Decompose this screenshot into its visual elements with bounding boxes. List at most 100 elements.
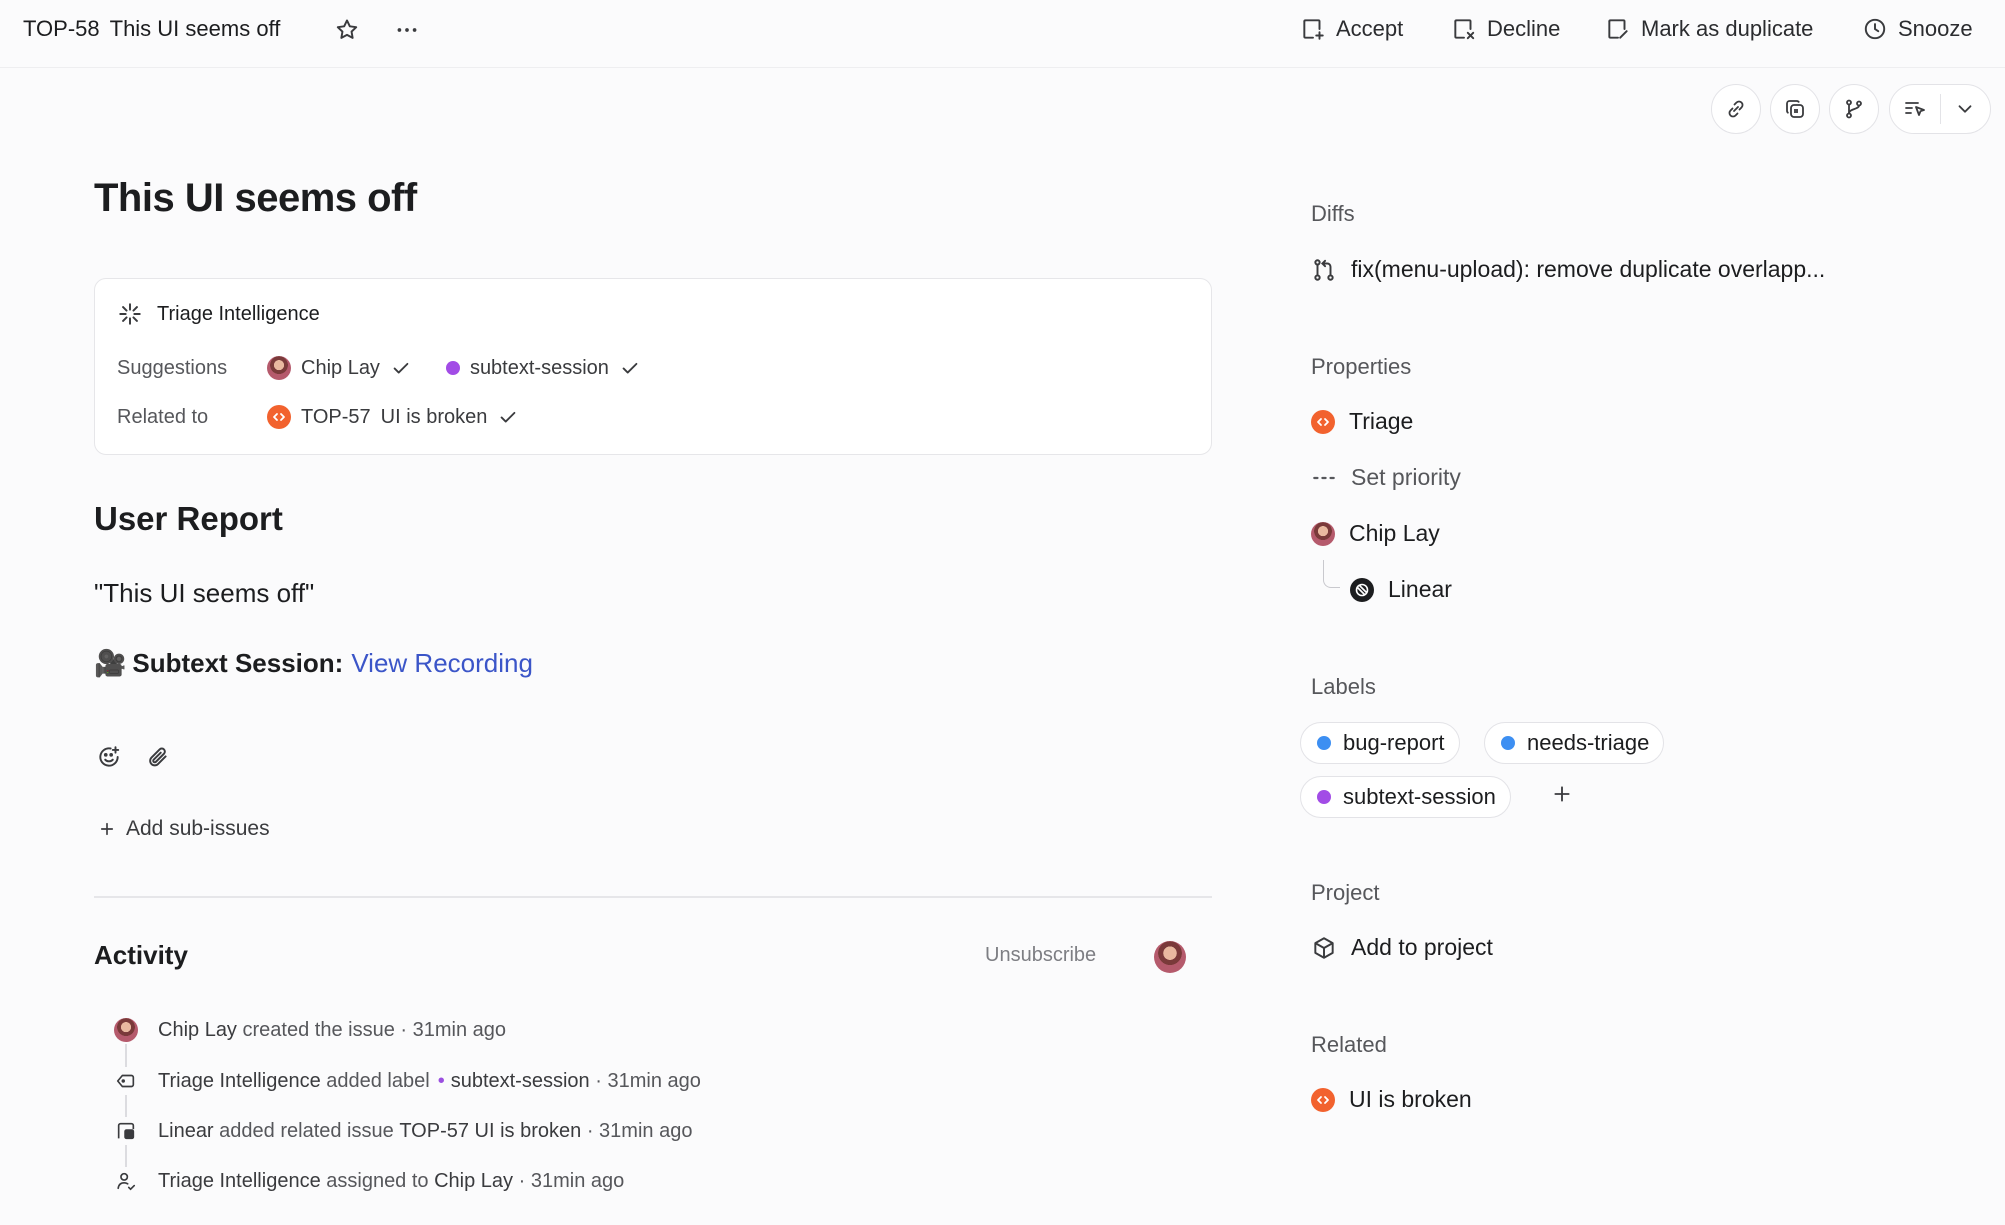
check-icon[interactable] [390,357,412,379]
accept-button[interactable]: Accept [1300,16,1403,42]
issue-title[interactable]: This UI seems off [94,176,417,221]
snooze-button[interactable]: Snooze [1862,16,1973,42]
status-value: Triage [1349,408,1414,434]
label-chip-bug-report[interactable]: bug-report [1300,722,1460,764]
add-to-project-button[interactable]: Add to project [1311,934,1493,961]
plus-icon [100,822,114,836]
activity-time[interactable]: 31min ago [413,1019,506,1042]
attach-file-button[interactable] [145,744,171,770]
activity-actor[interactable]: Linear [158,1120,214,1143]
status-property[interactable]: Triage [1311,408,1413,435]
label-chip-subtext-session[interactable]: subtext-session [1300,776,1511,818]
add-reaction-button[interactable] [96,744,122,770]
avatar [1311,521,1335,546]
label-dot [445,361,460,375]
related-issue-item[interactable]: UI is broken [1311,1086,1472,1113]
decline-label: Decline [1487,16,1561,41]
activity-label[interactable]: subtext-session [451,1070,590,1093]
triage-status-icon [1311,1087,1335,1112]
tag-icon [116,1074,135,1088]
top-bar: TOP-58 This UI seems off Accept Decline M… [0,0,2005,68]
label-dot [1317,790,1331,804]
open-in-dropdown[interactable] [1940,86,1990,133]
favorite-button[interactable] [334,17,360,43]
check-icon[interactable] [497,406,519,428]
pull-request-icon [1314,258,1334,281]
activity-actor[interactable]: Chip Lay [158,1019,237,1042]
triage-status-icon [1311,409,1335,434]
triage-status-icon [267,405,291,429]
check-icon[interactable] [619,357,641,379]
activity-actor[interactable]: Triage Intelligence [158,1170,321,1193]
subtext-session-line: 🎥 Subtext Session: View Recording [94,648,533,679]
view-recording-link[interactable]: View Recording [351,648,533,679]
issue-title-breadcrumb: This UI seems off [109,16,281,41]
assignee-property[interactable]: Chip Lay [1311,520,1440,547]
priority-value: Set priority [1351,464,1461,490]
suggestions-row: Suggestions Chip Lay subtext-session [117,356,675,380]
activity-heading: Activity [94,940,188,970]
related-row: Related to TOP-57 UI is broken [117,405,553,429]
label-name: subtext-session [1343,784,1496,809]
suggestion-related-issue[interactable]: TOP-57 UI is broken [267,405,519,429]
activity-assignee[interactable]: Chip Lay [434,1170,513,1193]
clock-icon [1864,18,1886,40]
session-label: Subtext Session: [132,648,344,678]
section-divider [94,896,1212,898]
copy-link-button[interactable] [1711,84,1761,134]
suggestions-label: Suggestions [117,356,228,379]
priority-property[interactable]: Set priority [1311,464,1461,491]
related-heading: Related [1311,1032,1387,1057]
activity-actor[interactable]: Triage Intelligence [158,1070,321,1093]
more-icon [397,28,417,32]
snooze-label: Snooze [1898,16,1973,41]
activity-text: added label [326,1069,430,1092]
triage-intelligence-card: Triage Intelligence Suggestions Chip Lay… [94,278,1212,455]
duplicate-icon [1608,19,1628,39]
activity-item: Chip Lay created the issue · 31min ago [112,1016,506,1044]
mark-duplicate-button[interactable]: Mark as duplicate [1605,16,1813,42]
team-property[interactable]: Linear [1350,576,1452,603]
no-priority-icon [1313,476,1335,479]
add-label-button[interactable] [1552,784,1572,804]
suggestion-label[interactable]: subtext-session [445,356,641,380]
decline-button[interactable]: Decline [1451,16,1560,42]
suggestion-assignee-name: Chip Lay [301,356,380,379]
properties-heading: Properties [1311,354,1412,379]
open-in-button-group [1889,84,1991,134]
activity-time[interactable]: 31min ago [599,1120,692,1143]
related-issue-id: TOP-57 [301,405,371,428]
copy-icon [1786,100,1804,118]
activity-time[interactable]: 31min ago [607,1070,700,1093]
activity-time[interactable]: 31min ago [531,1170,624,1193]
related-issue-icon [117,1122,135,1140]
related-issue-title: UI is broken [1349,1086,1472,1112]
label-chip-needs-triage[interactable]: needs-triage [1484,722,1665,764]
open-in-button[interactable] [1890,86,1940,133]
diff-item[interactable]: fix(menu-upload): remove duplicate overl… [1311,256,1825,283]
copy-branch-button[interactable] [1829,84,1879,134]
accept-label: Accept [1336,16,1404,41]
paperclip-icon [149,747,167,767]
issue-id[interactable]: TOP-58 [23,16,100,41]
git-branch-icon [1846,99,1862,119]
add-sub-issues-button[interactable]: Add sub-issues [98,817,270,841]
unsubscribe-button[interactable]: Unsubscribe [985,944,1096,967]
suggestion-assignee[interactable]: Chip Lay [267,356,412,380]
suggestion-label-name: subtext-session [469,356,609,379]
plus-icon [1554,786,1570,802]
breadcrumb: TOP-58 This UI seems off [23,16,280,42]
activity-item: Triage Intelligence assigned to Chip Lay… [112,1167,624,1195]
label-dot: • [437,1069,445,1092]
sparkle-icon [119,303,141,325]
more-options-button[interactable] [394,17,420,43]
subscriber-avatar[interactable] [1154,941,1186,973]
activity-related-ref[interactable]: TOP-57 UI is broken [399,1120,581,1143]
activity-item: Triage Intelligence added label • subtext-… [112,1067,701,1095]
cube-icon [1314,936,1334,959]
copy-id-button[interactable] [1770,84,1820,134]
labels-heading: Labels [1311,674,1376,699]
assign-user-icon [117,1172,136,1191]
decline-icon [1454,19,1475,40]
chevron-down-icon [1958,105,1972,113]
